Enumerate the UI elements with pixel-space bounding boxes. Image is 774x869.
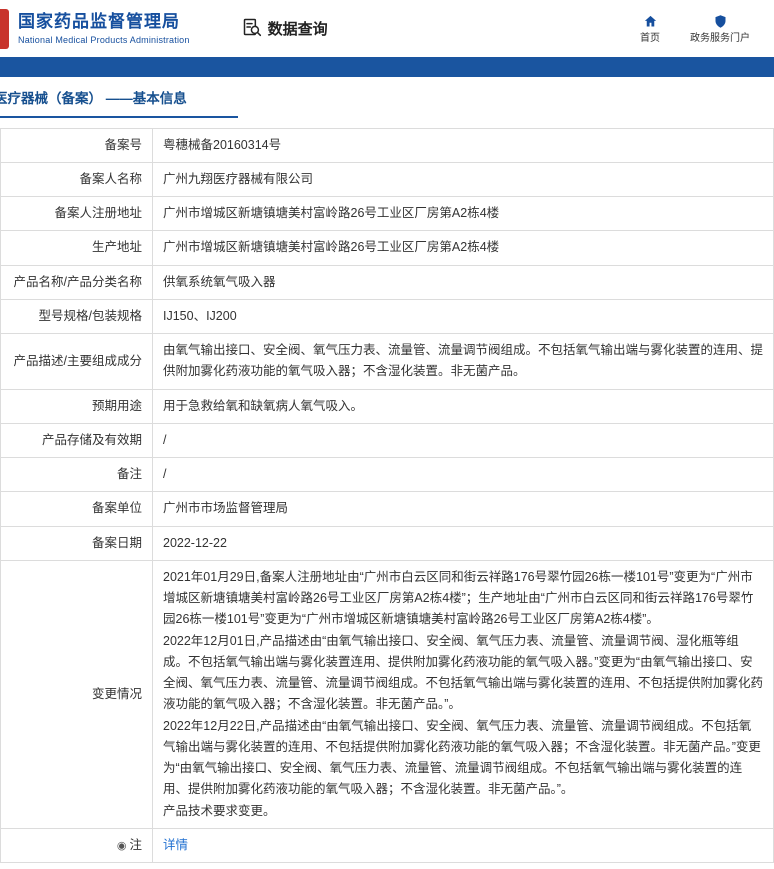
row-value: IJ150、IJ200 [152,298,774,335]
table-row: 备案号 粤穗械备20160314号 [0,127,774,163]
portal-icon [713,13,728,30]
row-value: 粤穗械备20160314号 [152,127,774,163]
row-value: 详情 [152,827,774,864]
row-label: 备案日期 [0,525,153,561]
row-label: 生产地址 [0,230,153,266]
row-label: 变更情况 [0,559,153,829]
table-row: 生产地址 广州市增城区新塘镇塘美村富岭路26号工业区厂房第A2栋4楼 [0,230,774,266]
row-label: 产品描述/主要组成成分 [0,333,153,390]
title-underline [0,115,238,118]
header-band [0,57,774,77]
table-row: 备案日期 2022-12-22 [0,525,774,561]
home-label: 首页 [640,33,660,44]
row-value: 由氧气输出接口、安全阀、氧气压力表、流量管、流量调节阀组成。不包括氧气输出端与雾… [152,333,774,390]
row-value: 广州市增城区新塘镇塘美村富岭路26号工业区厂房第A2栋4楼 [152,196,774,232]
table-row: 型号规格/包装规格 IJ150、IJ200 [0,298,774,335]
agency-titles: 国家药品监督管理局 National Medical Products Admi… [18,12,190,45]
row-value: 2022-12-22 [152,525,774,561]
row-label: ◉ 注 [0,827,153,864]
portal-label: 政务服务门户 [690,33,750,44]
table-row: 产品描述/主要组成成分 由氧气输出接口、安全阀、氧气压力表、流量管、流量调节阀组成… [0,333,774,390]
row-value: 用于急救给氧和缺氧病人氧气吸入。 [152,388,774,424]
home-link[interactable]: 首页 [640,13,660,44]
note-icon: ◉ [116,839,127,852]
table-row: 变更情况 2021年01月29日,备案人注册地址由“广州市白云区同和街云祥路176… [0,559,774,829]
row-label: 备案号 [0,127,153,163]
table-row: ◉ 注详情 [0,827,774,864]
row-label: 备案人注册地址 [0,196,153,232]
row-value: / [152,422,774,459]
table-row: 预期用途 用于急救给氧和缺氧病人氧气吸入。 [0,388,774,424]
row-label: 型号规格/包装规格 [0,298,153,335]
row-label: 预期用途 [0,388,153,424]
top-header: 国家药品监督管理局 National Medical Products Admi… [0,0,774,57]
table-row: 备案人名称 广州九翔医疗器械有限公司 [0,161,774,198]
portal-link[interactable]: 政务服务门户 [690,13,750,44]
table-row: 备注 / [0,457,774,493]
table-row: 产品名称/产品分类名称 供氧系统氧气吸入器 [0,264,774,300]
row-value: 广州市增城区新塘镇塘美村富岭路26号工业区厂房第A2栋4楼 [152,230,774,266]
bottom-gap [0,863,774,869]
nmpa-logo-icon [0,8,9,49]
data-query-nav[interactable]: 数据查询 [242,17,328,41]
row-value: 供氧系统氧气吸入器 [152,264,774,300]
home-icon [643,13,658,30]
row-label: 产品存储及有效期 [0,422,153,459]
row-label: 产品名称/产品分类名称 [0,264,153,300]
agency-name-cn: 国家药品监督管理局 [18,11,180,31]
row-value: / [152,457,774,493]
detail-link[interactable]: 详情 [163,838,188,852]
row-value: 广州市市场监督管理局 [152,491,774,527]
data-query-label: 数据查询 [267,21,328,38]
table-row: 产品存储及有效期 / [0,422,774,459]
header-right-links: 首页 政务服务门户 [640,13,750,44]
row-label: 备注 [0,457,153,493]
info-table-body: 备案号 粤穗械备20160314号 备案人名称 广州九翔医疗器械有限公司 备案人注册地址… [0,127,774,864]
row-value: 广州九翔医疗器械有限公司 [152,161,774,198]
row-label: 备案单位 [0,491,153,527]
table-row: 备案单位 广州市市场监督管理局 [0,491,774,527]
basic-info-table: 备案号 粤穗械备20160314号 备案人名称 广州九翔医疗器械有限公司 备案人注册地址… [0,127,774,864]
content-section: 医疗器械（备案） ——基本信息 备案号 粤穗械备20160314号 备案人名称 广州九… [0,77,774,869]
row-label: 备案人名称 [0,161,153,198]
table-row: 备案人注册地址 广州市增城区新塘镇塘美村富岭路26号工业区厂房第A2栋4楼 [0,196,774,232]
data-query-icon [242,17,268,41]
row-value: 2021年01月29日,备案人注册地址由“广州市白云区同和街云祥路176号翠竹园… [152,559,774,829]
page-title: 医疗器械（备案） ——基本信息 [0,91,187,106]
agency-logo-block: 国家药品监督管理局 National Medical Products Admi… [0,8,190,49]
agency-name-en: National Medical Products Administration [18,35,190,46]
